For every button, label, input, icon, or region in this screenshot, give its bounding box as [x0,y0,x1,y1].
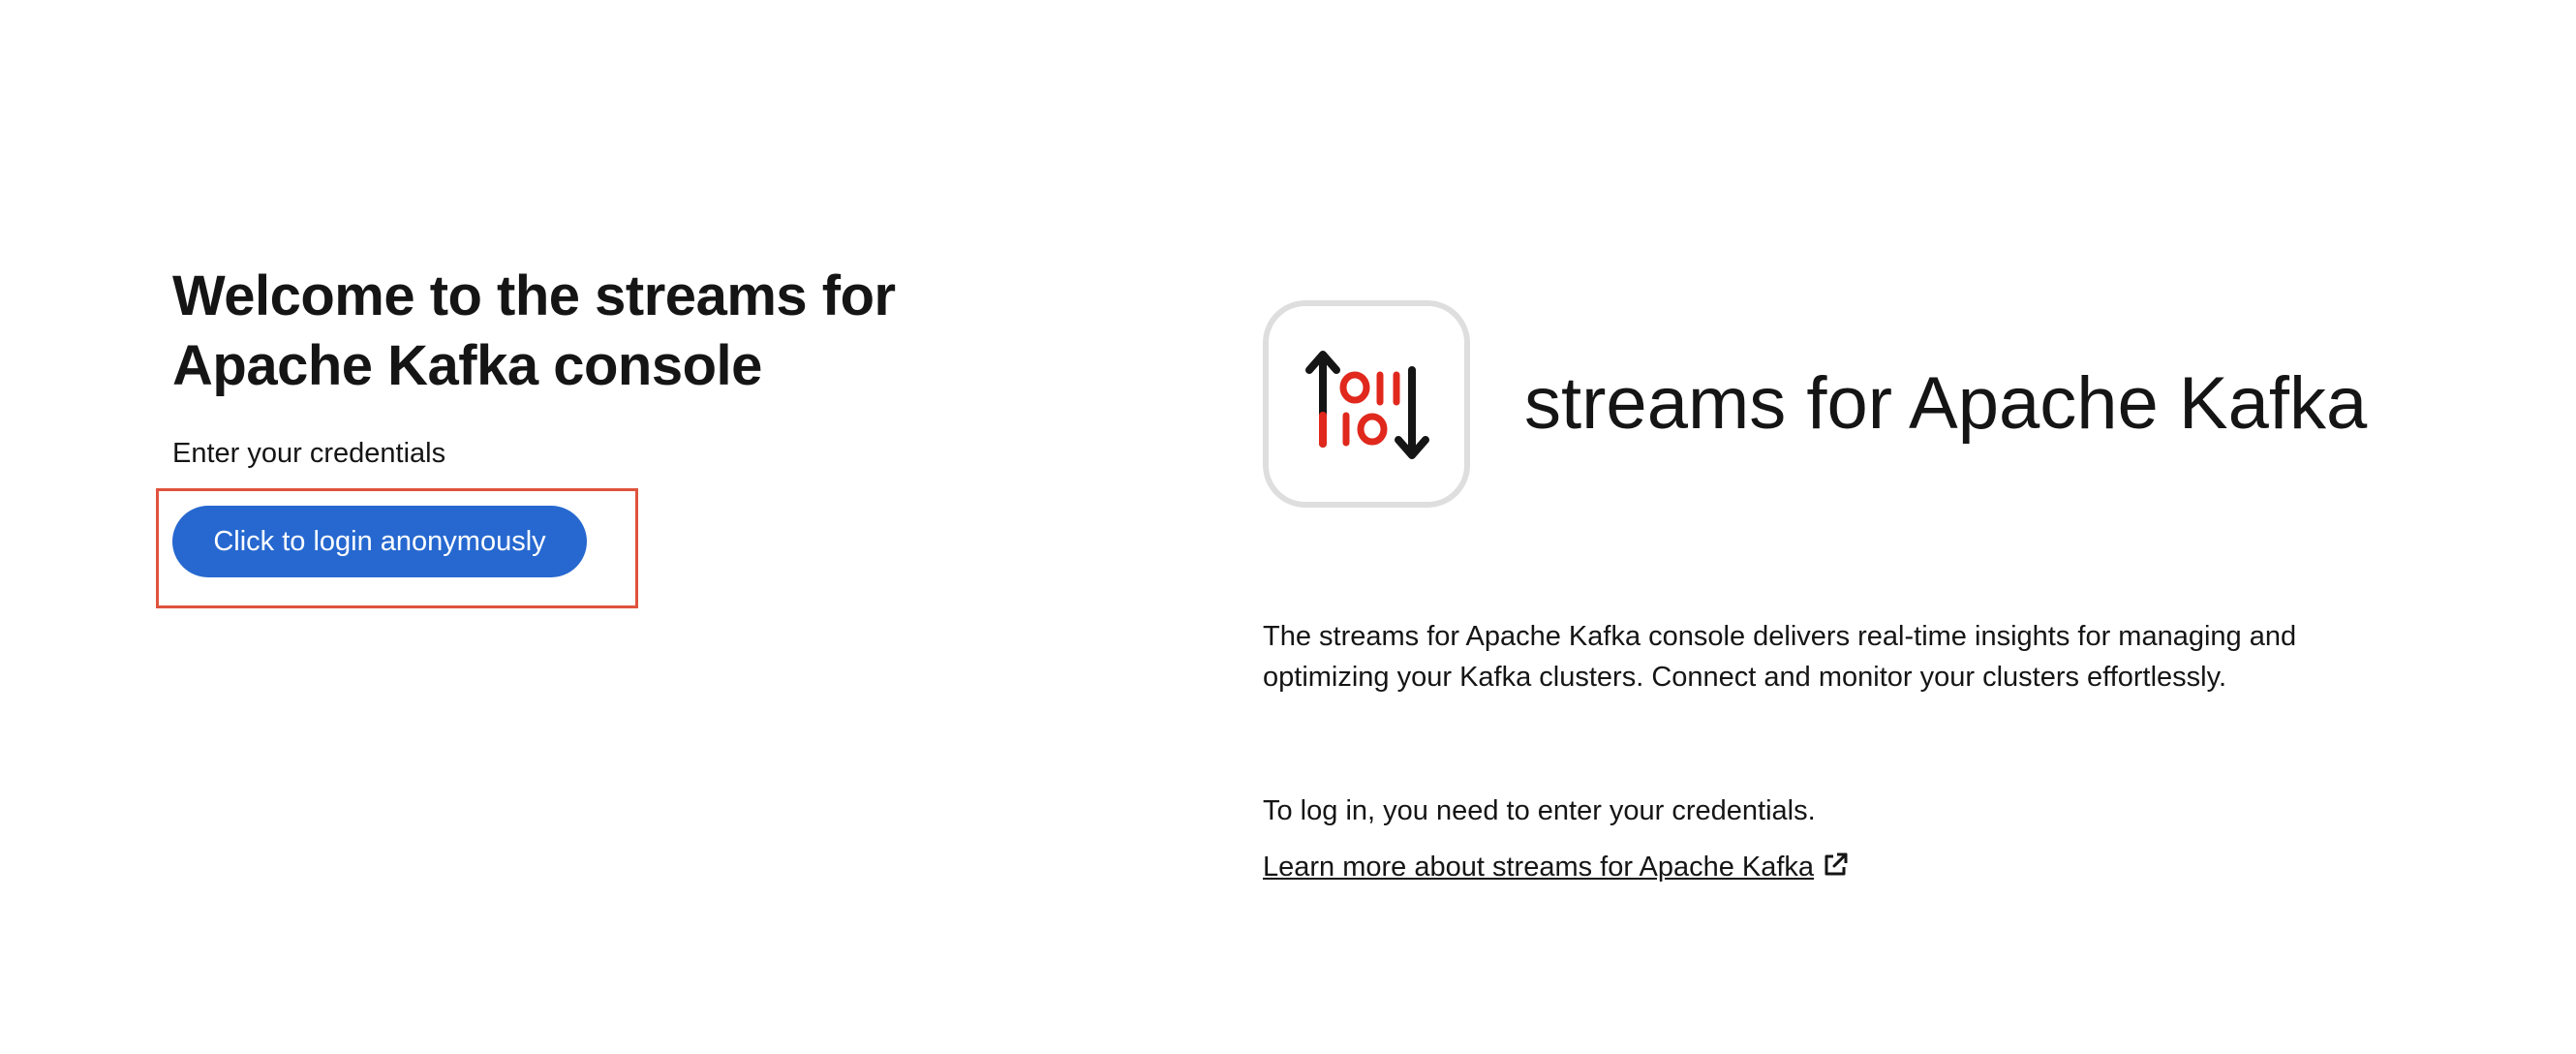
page-title-line-2: Apache Kafka console [172,334,762,397]
learn-more-label: Learn more about streams for Apache Kafk… [1263,852,1815,883]
login-anonymously-button[interactable]: Click to login anonymously [172,506,587,577]
credentials-prompt: Enter your credentials [172,438,446,469]
login-hint: To log in, you need to enter your creden… [1263,795,1816,826]
page-title: Welcome to the streams for Apache Kafka … [172,262,947,401]
page-title-line-1: Welcome to the streams for [172,264,896,327]
brand-description: The streams for Apache Kafka console del… [1263,621,2297,693]
login-panel: Welcome to the streams for Apache Kafka … [156,262,947,608]
brand-name: streams for Apache Kafka [1524,362,2368,445]
streams-kafka-logo-icon [1263,300,1470,508]
learn-more-link[interactable]: Learn more about streams for Apache Kafk… [1263,847,1849,887]
external-link-icon [1825,852,1848,876]
